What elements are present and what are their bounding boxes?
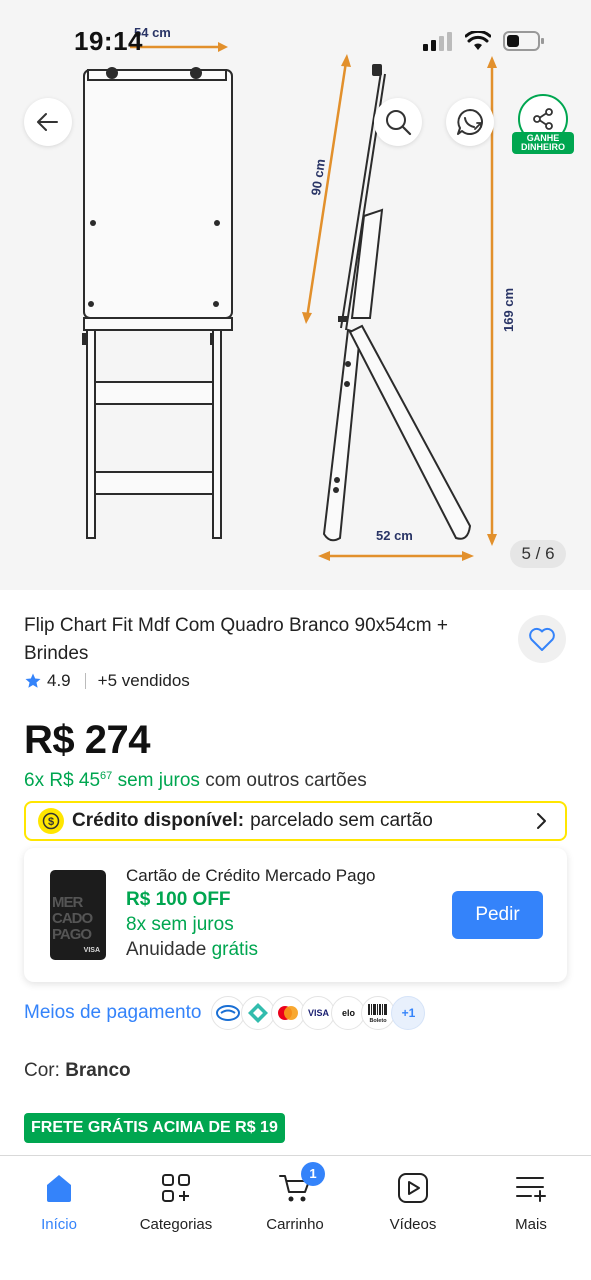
flip-chart-image: 54 cm 90 cm 169 cm 52 cm <box>82 25 516 561</box>
product-price: R$ 274 <box>24 718 150 762</box>
status-icons <box>423 30 545 52</box>
rating-divider <box>84 673 86 689</box>
share-icon <box>533 108 553 130</box>
card-offer-annuity: Anuidade grátis <box>126 939 258 961</box>
card-offer-installments: 8x sem juros <box>126 914 234 935</box>
card-text-1: MER <box>52 894 83 911</box>
share-badge: GANHE DINHEIRO <box>512 132 574 154</box>
card-text-2: CADO <box>52 910 93 927</box>
whatsapp-share-button[interactable] <box>446 98 494 146</box>
arrow-left-icon <box>37 113 58 131</box>
credit-text: parcelado sem cartão <box>250 810 433 831</box>
mercado-pago-card-offer: MER CADO PAGO VISA Cartão de Crédito Mer… <box>24 848 567 982</box>
credit-coin-icon: $ <box>38 808 64 834</box>
search-button[interactable] <box>374 98 422 146</box>
card-offer-title: Cartão de Crédito Mercado Pago <box>126 866 376 885</box>
whatsapp-icon <box>457 109 483 135</box>
product-gallery[interactable]: 54 cm 90 cm 169 cm 52 cm 19:14 GANHE DIN… <box>0 0 591 590</box>
mercado-pago-icon <box>211 996 246 1030</box>
color-label: Cor: <box>24 1060 66 1081</box>
nav-label-carrinho: Carrinho <box>266 1216 324 1233</box>
card-offer-discount: R$ 100 OFF <box>126 889 231 910</box>
signal-icon <box>423 32 452 51</box>
height-total-label: 169 cm <box>501 288 516 332</box>
card-brand: VISA <box>83 947 100 954</box>
nav-inicio[interactable]: Início <box>4 1168 114 1233</box>
home-icon <box>47 1175 71 1202</box>
installments-terms: sem juros <box>112 770 200 791</box>
rating-value: 4.9 <box>47 671 71 690</box>
categories-icon <box>162 1174 190 1202</box>
credit-available-bar[interactable]: $ Crédito disponível: parcelado sem cart… <box>24 801 567 841</box>
nav-label-videos: Vídeos <box>389 1216 437 1233</box>
image-counter: 5 / 6 <box>510 540 566 568</box>
installments-count: 6x R$ 45 <box>24 770 101 791</box>
payment-methods-link[interactable]: Meios de pagamento <box>24 1002 201 1024</box>
search-icon <box>386 110 412 136</box>
bottom-navigation: Início Categorias 1 Carrinho Vídeos Mais <box>0 1155 591 1280</box>
elo-icon: elo <box>331 996 366 1030</box>
boleto-label: Boleto <box>370 1018 388 1024</box>
credit-card-image: MER CADO PAGO VISA <box>50 870 106 960</box>
nav-label-categorias: Categorias <box>139 1216 213 1233</box>
nav-mais[interactable]: Mais <box>476 1168 586 1233</box>
annuity-prefix: Anuidade <box>126 939 212 960</box>
boleto-icon: Boleto <box>361 996 396 1030</box>
visa-icon: VISA <box>301 996 336 1030</box>
nav-categorias[interactable]: Categorias <box>121 1168 231 1233</box>
credit-label: Crédito disponível: <box>72 810 245 831</box>
back-button[interactable] <box>24 98 72 146</box>
status-time: 19:14 <box>74 26 143 56</box>
free-shipping-badge: FRETE GRÁTIS ACIMA DE R$ 19 <box>24 1113 285 1143</box>
heart-icon <box>529 627 555 651</box>
color-selector[interactable]: Cor: Branco <box>24 1060 131 1082</box>
battery-icon <box>503 31 544 51</box>
nav-label-inicio: Início <box>41 1216 77 1233</box>
rating-row[interactable]: 4.9 +5 vendidos <box>24 671 190 691</box>
product-page: 54 cm 90 cm 169 cm 52 cm 19:14 GANHE DIN… <box>0 0 591 1280</box>
nav-videos[interactable]: Vídeos <box>358 1168 468 1233</box>
nav-label-mais: Mais <box>515 1216 547 1233</box>
annuity-value: grátis <box>211 939 259 960</box>
svg-text:$: $ <box>48 816 54 828</box>
installments-cents: 67 <box>100 770 113 782</box>
installments-suffix: com outros cartões <box>199 770 367 791</box>
payment-methods-row[interactable]: Meios de pagamento VISA elo Boleto +1 <box>24 996 426 1030</box>
product-title: Flip Chart Fit Mdf Com Quadro Branco 90x… <box>24 615 448 664</box>
chevron-right-icon <box>537 813 546 829</box>
star-icon <box>25 673 41 688</box>
more-payments-badge[interactable]: +1 <box>391 996 426 1030</box>
share-earn-button[interactable]: GANHE DINHEIRO <box>512 94 574 156</box>
pix-icon <box>241 996 276 1030</box>
card-text-3: PAGO <box>52 926 92 943</box>
height-board-label: 90 cm <box>308 158 328 197</box>
sold-count: +5 vendidos <box>97 671 190 690</box>
mastercard-icon <box>271 996 306 1030</box>
nav-carrinho[interactable]: 1 Carrinho <box>240 1162 350 1233</box>
width-base-label: 52 cm <box>376 528 413 543</box>
menu-icon <box>516 1177 546 1202</box>
cart-count-badge: 1 <box>301 1162 325 1186</box>
favorite-button[interactable] <box>518 615 566 663</box>
installments-info: 6x R$ 4567 sem juros com outros cartões <box>24 770 367 792</box>
color-value: Branco <box>65 1060 131 1081</box>
wifi-icon <box>465 31 491 50</box>
order-card-button[interactable]: Pedir <box>452 891 543 939</box>
video-icon <box>398 1173 428 1203</box>
